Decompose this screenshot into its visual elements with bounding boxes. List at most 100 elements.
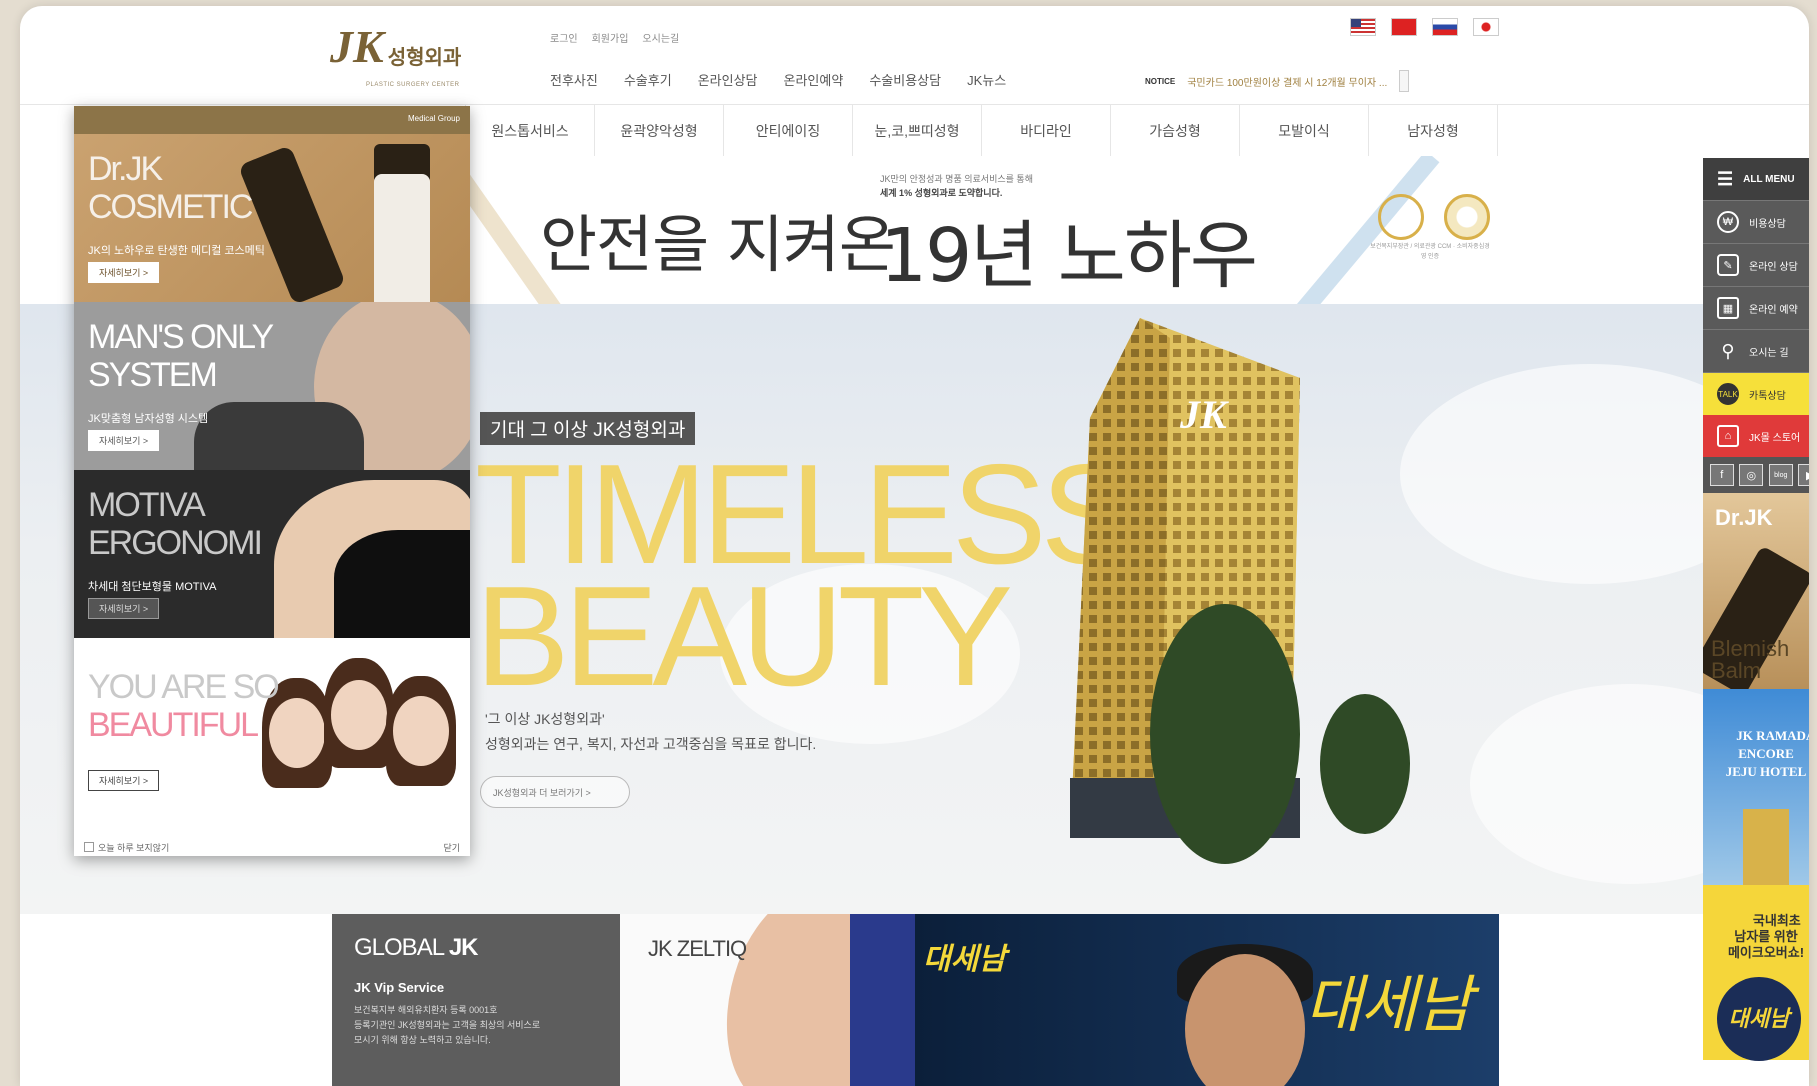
award-badges	[1378, 194, 1490, 240]
category-onestop[interactable]: 원스톱서비스	[465, 105, 595, 157]
global-jk-card[interactable]: GLOBAL JK JK Vip Service 보건복지부 해외유치환자 등록…	[332, 914, 620, 1086]
logo-mark: JK	[330, 21, 384, 72]
category-antiaging[interactable]: 안티에이징	[724, 105, 853, 157]
popup-slot-title: MAN'S ONLY SYSTEM	[88, 318, 274, 394]
popup-more-button[interactable]: 자세히보기 >	[88, 598, 160, 619]
quick-online-reservation[interactable]: ▦ 온라인 예약	[1703, 287, 1809, 330]
all-menu-label: ALL MENU	[1743, 173, 1795, 185]
quick-cost-consult[interactable]: ₩ 비용상담	[1703, 201, 1809, 244]
bottle-image	[374, 174, 430, 302]
popup-mens-slot[interactable]: MAN'S ONLY SYSTEM JK맞춤형 남자성형 시스템 자세히보기 >	[74, 302, 470, 470]
notice-text[interactable]: 국민카드 100만원이상 결제 시 12개월 무이자 ...	[1187, 74, 1387, 89]
quick-label: 온라인 상담	[1749, 261, 1798, 273]
facebook-icon[interactable]: f	[1709, 464, 1734, 486]
quick-label: 비용상담	[1749, 218, 1786, 230]
hide-today-checkbox[interactable]: 오늘 하루 보지않기	[84, 841, 169, 854]
nav-before-after[interactable]: 전후사진	[550, 70, 598, 89]
blog-icon[interactable]: blog	[1768, 464, 1793, 486]
ad-text: 국내최초 남자를 위한 메이크오버쇼!	[1727, 913, 1805, 960]
popup-slot-title: YOU ARE SO BEAUTIFUL	[88, 668, 280, 744]
ru-flag-icon[interactable]	[1432, 18, 1458, 36]
popup-slot-title: MOTIVA ERGONOMI	[88, 486, 263, 562]
calendar-icon: ▦	[1717, 297, 1739, 319]
main-nav: 전후사진 수술후기 온라인상담 온라인예약 수술비용상담 JK뉴스	[550, 70, 1006, 89]
cn-flag-icon[interactable]	[1391, 18, 1417, 36]
woman-image	[393, 696, 449, 766]
logo[interactable]: JK 성형외과 PLASTIC SURGERY CENTER	[330, 21, 462, 89]
zeltiq-title: JK ZELTIQ	[648, 936, 747, 961]
hero-subtitle: '그 이상 JK성형외과'	[485, 711, 605, 727]
hide-today-label: 오늘 하루 보지않기	[98, 842, 170, 853]
quick-label: 온라인 예약	[1749, 304, 1798, 316]
show-logo: 대세남	[923, 943, 1006, 976]
popup-close-button[interactable]: 닫기	[443, 841, 460, 854]
ad-text: Blemish Balm	[1711, 636, 1790, 683]
global-jk-subtitle: JK Vip Service	[354, 980, 445, 995]
popup-slot-title: Dr.JK COSMETIC	[88, 150, 253, 226]
quick-kakao-consult[interactable]: TALK 카톡상담	[1703, 373, 1809, 415]
banner-headline-big: 19년 노하우	[880, 213, 1258, 299]
popup-motiva-slot[interactable]: MOTIVA ERGONOMI 차세대 첨단보형물 MOTIVA 자세히보기 >	[74, 470, 470, 638]
instagram-icon[interactable]: ◎	[1739, 464, 1764, 486]
nav-jk-news[interactable]: JK뉴스	[967, 70, 1006, 89]
quick-online-consult[interactable]: ✎ 온라인 상담	[1703, 244, 1809, 287]
notice-bar: NOTICE 국민카드 100만원이상 결제 시 12개월 무이자 ...	[1145, 70, 1410, 92]
popup-slot-title-line: YOU ARE SO	[88, 668, 280, 706]
quick-ad-cosmetic[interactable]: Dr.JK Blemish Balm	[1703, 493, 1809, 689]
category-men[interactable]: 남자성형	[1369, 105, 1498, 157]
quick-directions[interactable]: ⚲ 오시는 길	[1703, 330, 1809, 373]
all-menu-button[interactable]: ☰ ALL MENU	[1703, 158, 1809, 201]
won-icon: ₩	[1717, 211, 1739, 233]
category-body[interactable]: 바디라인	[982, 105, 1111, 157]
popup-cosmetic-slot[interactable]: Dr.JK COSMETIC JK의 노하우로 탄생한 메디컬 코스메틱 자세히…	[74, 134, 470, 302]
hero-more-button[interactable]: JK성형외과 더 보러가기 >	[480, 776, 630, 808]
signup-link[interactable]: 회원가입	[592, 30, 629, 45]
category-contour[interactable]: 윤곽양악성형	[595, 105, 724, 157]
popup-more-button[interactable]: 자세히보기 >	[88, 430, 160, 451]
popup-more-button[interactable]: 자세히보기 >	[88, 770, 160, 791]
popup-footer: 오늘 하루 보지않기 닫기	[74, 838, 470, 856]
category-breast[interactable]: 가슴성형	[1111, 105, 1240, 157]
category-eye-nose[interactable]: 눈,코,쁘띠성형	[853, 105, 982, 157]
quick-ad-show[interactable]: 국내최초 남자를 위한 메이크오버쇼! 대세남	[1703, 885, 1809, 1061]
woman-image	[334, 530, 470, 638]
talk-icon: TALK	[1717, 383, 1739, 405]
show-logo: 대세남	[1717, 977, 1801, 1061]
popup-slot-desc: 차세대 첨단보형물 MOTIVA	[88, 581, 217, 593]
login-link[interactable]: 로그인	[550, 30, 578, 45]
global-jk-description: 보건복지부 해외유치환자 등록 0001호 등록기관인 JK성형외과는 고객을 …	[354, 1005, 541, 1045]
global-title-text: GLOBAL	[354, 934, 449, 961]
promo-popup: Medical Group Dr.JK COSMETIC JK의 노하우로 탄생…	[74, 106, 470, 856]
logo-text: 성형외과	[387, 47, 462, 69]
quick-ad-hotel[interactable]: JK RAMADA ENCORE JEJU HOTEL	[1703, 689, 1809, 885]
jp-flag-icon[interactable]	[1473, 18, 1499, 36]
tree-decor	[1150, 604, 1300, 864]
quick-label: 카톡상담	[1749, 390, 1786, 402]
us-flag-icon[interactable]	[1350, 18, 1376, 36]
show-card[interactable]: 대세남 대세남	[915, 914, 1499, 1086]
nav-reviews[interactable]: 수술후기	[624, 70, 672, 89]
popup-beautiful-slot[interactable]: YOU ARE SO BEAUTIFUL 자세히보기 >	[74, 638, 470, 822]
quick-label: 오시는 길	[1749, 347, 1789, 359]
notice-arrows[interactable]	[1399, 70, 1410, 92]
ad-text: JK RAMADA ENCORE JEJU HOTEL	[1725, 728, 1809, 779]
award-caption: 보건복지부장관 / 의료관광 CCM · 소비자중심경영 인증	[1370, 244, 1490, 260]
popup-slot-title-line: BEAUTIFUL	[88, 706, 259, 744]
nav-online-reservation[interactable]: 온라인예약	[784, 70, 844, 89]
category-hair[interactable]: 모발이식	[1240, 105, 1369, 157]
youtube-icon[interactable]: ▶	[1798, 464, 1809, 486]
zeltiq-card[interactable]: JK ZELTIQ	[620, 914, 915, 1086]
store-icon: ⌂	[1717, 425, 1739, 447]
quick-store[interactable]: ⌂ JK몰 스토어	[1703, 415, 1809, 457]
directions-link[interactable]: 오시는길	[642, 30, 679, 45]
nav-cost-consult[interactable]: 수술비용상담	[869, 70, 941, 89]
ad-title: Dr.JK	[1715, 505, 1773, 530]
quick-label: JK몰 스토어	[1749, 432, 1801, 444]
checkbox-icon	[84, 842, 94, 852]
man-image	[194, 402, 364, 470]
nav-online-consult[interactable]: 온라인상담	[698, 70, 758, 89]
browser-frame: JK 성형외과 PLASTIC SURGERY CENTER 로그인 회원가입 …	[20, 6, 1809, 1086]
popup-slot-desc: JK의 노하우로 탄생한 메디컬 코스메틱	[88, 245, 265, 257]
popup-more-button[interactable]: 자세히보기 >	[88, 262, 160, 283]
utility-links: 로그인 회원가입 오시는길	[550, 30, 679, 45]
